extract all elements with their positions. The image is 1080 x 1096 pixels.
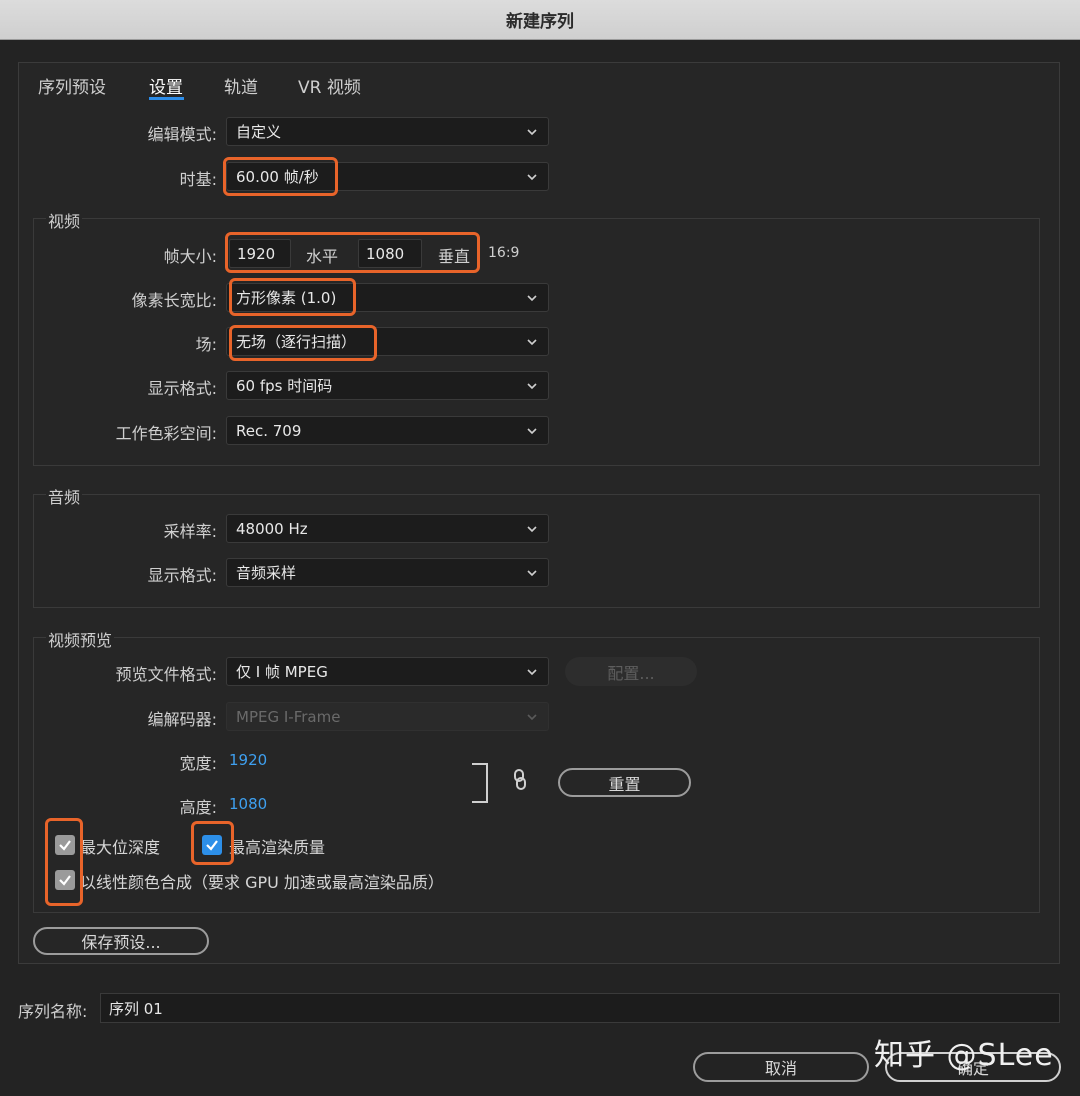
linear-color-label: 以线性颜色合成（要求 GPU 加速或最高渲染品质） (80, 873, 444, 892)
video-display-format-label: 显示格式: (147, 379, 217, 398)
codec-select[interactable]: MPEG I-Frame (226, 702, 549, 731)
codec-label: 编解码器: (147, 710, 217, 729)
sample-rate-value: 48000 Hz (236, 519, 308, 538)
reset-button[interactable]: 重置 (558, 768, 691, 797)
color-space-value: Rec. 709 (236, 421, 302, 440)
tab-tracks[interactable]: 轨道 (224, 73, 258, 98)
audio-group-title: 音频 (46, 484, 83, 508)
audio-group (33, 494, 1040, 608)
frame-width-input[interactable]: 1920 (229, 239, 291, 268)
checkmark-icon (206, 840, 218, 851)
preview-height-value[interactable]: 1080 (229, 795, 267, 813)
horizontal-label: 水平 (306, 247, 339, 266)
video-display-format-select[interactable]: 60 fps 时间码 (226, 371, 549, 400)
video-group-title: 视频 (46, 208, 83, 232)
frame-size-label: 帧大小: (163, 247, 217, 266)
aspect-ratio-text: 16:9 (488, 245, 520, 261)
link-bracket-icon (472, 763, 488, 803)
cancel-button[interactable]: 取消 (693, 1052, 869, 1082)
sequence-name-input[interactable]: 序列 01 (100, 993, 1060, 1023)
preview-width-label: 宽度: (179, 754, 217, 773)
watermark: 知乎 @SLee (874, 1038, 1054, 1073)
sample-rate-select[interactable]: 48000 Hz (226, 514, 549, 543)
timebase-label: 时基: (179, 170, 217, 189)
checkmark-icon (59, 875, 71, 886)
chevron-down-icon (527, 714, 537, 721)
tab-sequence-presets[interactable]: 序列预设 (38, 73, 106, 98)
tab-vr-video[interactable]: VR 视频 (298, 73, 361, 98)
codec-value: MPEG I-Frame (236, 707, 341, 726)
frame-height-input[interactable]: 1080 (358, 239, 422, 268)
tab-settings[interactable]: 设置 (149, 73, 183, 98)
pixel-aspect-value: 方形像素 (1.0) (236, 289, 337, 307)
chain-link-icon[interactable] (511, 768, 529, 792)
chevron-down-icon (527, 383, 537, 390)
timebase-value: 60.00 帧/秒 (236, 168, 319, 186)
pixel-aspect-label: 像素长宽比: (131, 291, 217, 310)
chevron-down-icon (527, 570, 537, 577)
chevron-down-icon (527, 295, 537, 302)
fields-select[interactable]: 无场（逐行扫描） (226, 327, 549, 356)
color-space-label: 工作色彩空间: (115, 424, 217, 443)
max-render-quality-checkbox[interactable] (202, 835, 222, 855)
chevron-down-icon (527, 129, 537, 136)
chevron-down-icon (527, 428, 537, 435)
sequence-name-label: 序列名称: (18, 1002, 88, 1021)
fields-label: 场: (195, 335, 217, 354)
color-space-select[interactable]: Rec. 709 (226, 416, 549, 445)
video-display-format-value: 60 fps 时间码 (236, 377, 333, 395)
chevron-down-icon (527, 339, 537, 346)
audio-display-format-value: 音频采样 (236, 564, 297, 582)
edit-mode-select[interactable]: 自定义 (226, 117, 549, 146)
pixel-aspect-select[interactable]: 方形像素 (1.0) (226, 283, 549, 312)
video-preview-group-title: 视频预览 (46, 627, 115, 651)
fields-value: 无场（逐行扫描） (236, 333, 357, 351)
vertical-label: 垂直 (438, 247, 471, 266)
active-tab-indicator (149, 97, 184, 100)
config-button[interactable]: 配置... (565, 657, 697, 686)
edit-mode-label: 编辑模式: (147, 125, 217, 144)
max-bit-depth-label: 最大位深度 (80, 838, 161, 857)
sample-rate-label: 采样率: (163, 522, 217, 541)
chevron-down-icon (527, 526, 537, 533)
timebase-select[interactable]: 60.00 帧/秒 (226, 162, 549, 191)
save-preset-button[interactable]: 保存预设... (33, 927, 209, 955)
checkmark-icon (59, 840, 71, 851)
audio-display-format-label: 显示格式: (147, 566, 217, 585)
preview-file-format-value: 仅 I 帧 MPEG (236, 663, 328, 681)
preview-width-value[interactable]: 1920 (229, 751, 267, 769)
max-render-quality-label: 最高渲染质量 (229, 838, 326, 857)
chevron-down-icon (527, 174, 537, 181)
max-bit-depth-checkbox[interactable] (55, 835, 75, 855)
preview-height-label: 高度: (179, 798, 217, 817)
chevron-down-icon (527, 669, 537, 676)
title-bar: 新建序列 (0, 0, 1080, 40)
preview-file-format-select[interactable]: 仅 I 帧 MPEG (226, 657, 549, 686)
window-title: 新建序列 (506, 12, 574, 32)
edit-mode-value: 自定义 (236, 123, 282, 141)
audio-display-format-select[interactable]: 音频采样 (226, 558, 549, 587)
linear-color-checkbox[interactable] (55, 870, 75, 890)
preview-file-format-label: 预览文件格式: (115, 665, 217, 684)
